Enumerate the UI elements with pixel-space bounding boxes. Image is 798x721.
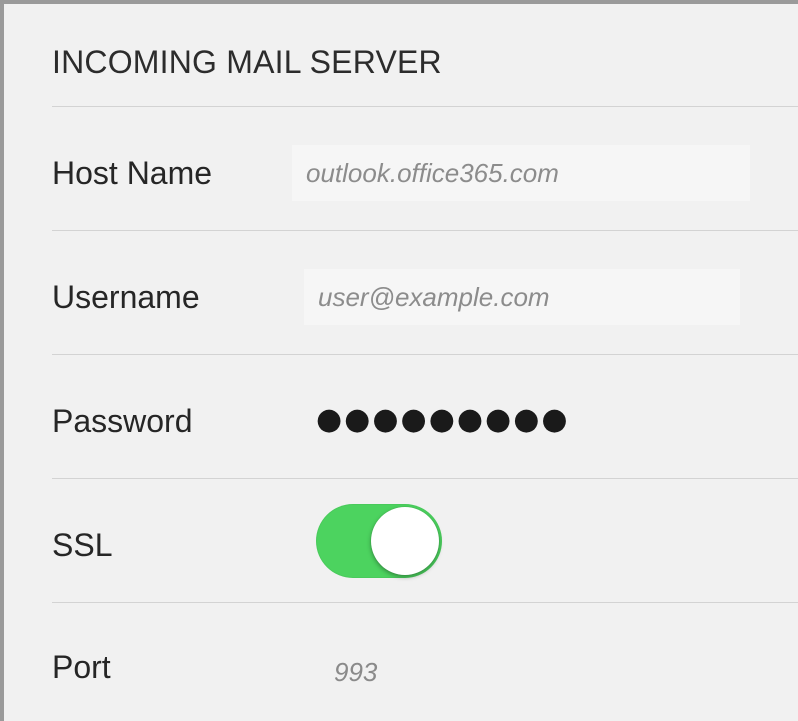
password-row: Password ●●●●●●●●● bbox=[4, 355, 798, 479]
host-name-row: Host Name outlook.office365.com bbox=[4, 107, 798, 231]
incoming-mail-server-panel: INCOMING MAIL SERVER Host Name outlook.o… bbox=[0, 0, 798, 721]
ssl-row: SSL bbox=[4, 479, 798, 603]
toggle-knob bbox=[371, 507, 439, 575]
password-field[interactable]: ●●●●●●●●● bbox=[316, 391, 570, 447]
port-row: Port 993 bbox=[4, 603, 798, 721]
host-name-field[interactable]: outlook.office365.com bbox=[292, 145, 750, 201]
username-label: Username bbox=[52, 279, 200, 315]
port-label: Port bbox=[52, 649, 111, 685]
section-title: INCOMING MAIL SERVER bbox=[52, 44, 442, 80]
port-field[interactable]: 993 bbox=[334, 657, 377, 688]
username-field[interactable]: user@example.com bbox=[304, 269, 740, 325]
password-label: Password bbox=[52, 403, 193, 439]
ssl-toggle[interactable] bbox=[316, 504, 442, 578]
host-name-label: Host Name bbox=[52, 155, 213, 191]
section-header: INCOMING MAIL SERVER bbox=[4, 4, 798, 108]
username-row: Username user@example.com bbox=[4, 231, 798, 355]
ssl-label: SSL bbox=[52, 527, 113, 563]
